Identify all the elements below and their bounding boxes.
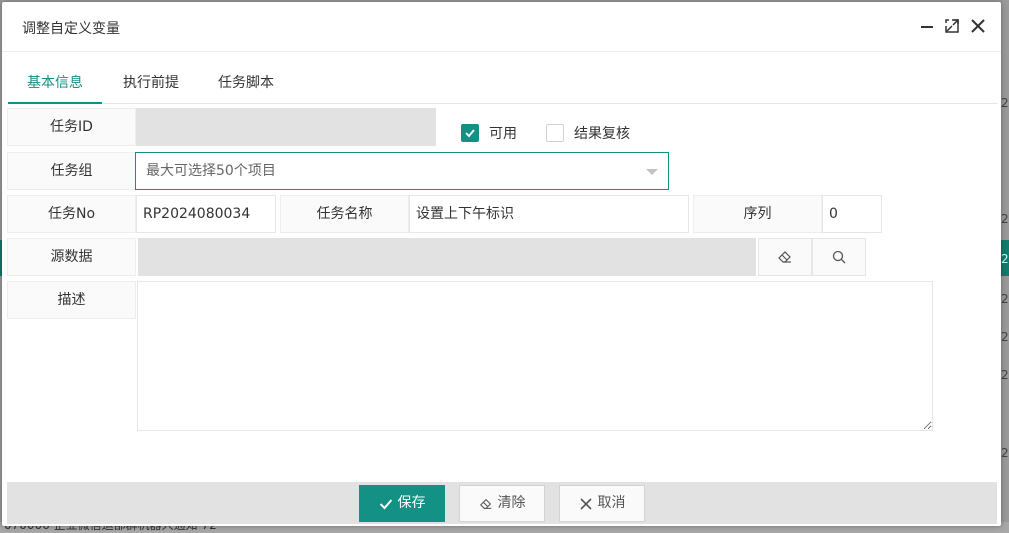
save-button[interactable]: 保存 bbox=[359, 485, 445, 522]
background-cell: 2 bbox=[1001, 212, 1009, 226]
minimize-icon[interactable] bbox=[918, 17, 936, 35]
dialog-title: 调整自定义变量 bbox=[22, 21, 120, 37]
eraser-icon bbox=[479, 498, 491, 509]
source-data-input bbox=[138, 238, 756, 276]
cancel-button[interactable]: 取消 bbox=[559, 485, 645, 522]
task-id-input bbox=[136, 108, 436, 146]
chevron-down-icon bbox=[646, 169, 658, 175]
eraser-icon bbox=[778, 251, 791, 263]
dialog-footer: 保存 清除 取消 bbox=[7, 482, 997, 524]
tab-bar: 基本信息 执行前提 任务脚本 bbox=[8, 62, 998, 104]
background-cell: 2 bbox=[1001, 368, 1009, 382]
task-group-select[interactable]: 最大可选择50个项目 bbox=[135, 152, 669, 190]
task-group-placeholder: 最大可选择50个项目 bbox=[146, 163, 276, 179]
dialog-header: 调整自定义变量 bbox=[2, 2, 1001, 52]
enabled-checkbox[interactable]: 可用 bbox=[461, 124, 517, 142]
review-label: 结果复核 bbox=[574, 126, 630, 142]
task-no-input[interactable]: RP2024080034 bbox=[136, 195, 276, 233]
clear-label: 清除 bbox=[497, 495, 526, 511]
review-checkbox[interactable]: 结果复核 bbox=[546, 124, 630, 142]
checkbox-unchecked-icon bbox=[546, 124, 564, 142]
cancel-label: 取消 bbox=[597, 495, 626, 511]
sequence-input[interactable]: 0 bbox=[822, 195, 882, 233]
tab-preconditions[interactable]: 执行前提 bbox=[104, 62, 198, 104]
check-icon bbox=[379, 498, 392, 509]
clear-button[interactable]: 清除 bbox=[459, 485, 545, 522]
task-no-label: 任务No bbox=[7, 195, 136, 233]
source-data-label: 源数据 bbox=[7, 238, 136, 276]
save-label: 保存 bbox=[397, 495, 426, 511]
task-name-input[interactable]: 设置上下午标识 bbox=[409, 195, 689, 233]
background-cell: 2 bbox=[1001, 252, 1009, 266]
background-cell: 2 bbox=[1001, 96, 1009, 110]
search-button[interactable] bbox=[812, 238, 866, 276]
edit-variable-dialog: 调整自定义变量 基本信息 执行前提 任务脚本 任务ID 可用 结果复核 任务组 … bbox=[2, 2, 1001, 526]
tab-basic-info[interactable]: 基本信息 bbox=[8, 62, 102, 104]
description-textarea[interactable] bbox=[137, 281, 933, 431]
description-label: 描述 bbox=[7, 281, 136, 319]
maximize-icon[interactable] bbox=[943, 17, 961, 35]
background-cell: 2 bbox=[1001, 446, 1009, 460]
close-icon[interactable] bbox=[969, 17, 987, 35]
sequence-label: 序列 bbox=[693, 195, 822, 233]
task-id-label: 任务ID bbox=[7, 108, 136, 146]
task-name-label: 任务名称 bbox=[280, 195, 409, 233]
search-icon bbox=[832, 250, 846, 264]
task-group-label: 任务组 bbox=[7, 152, 136, 190]
eraser-button[interactable] bbox=[758, 238, 812, 276]
close-icon bbox=[579, 497, 592, 510]
checkbox-checked-icon bbox=[461, 124, 479, 142]
tab-task-script[interactable]: 任务脚本 bbox=[199, 62, 293, 104]
enabled-label: 可用 bbox=[489, 126, 517, 142]
background-cell: 2 bbox=[1001, 292, 1009, 306]
background-cell: 2 bbox=[1001, 330, 1009, 344]
